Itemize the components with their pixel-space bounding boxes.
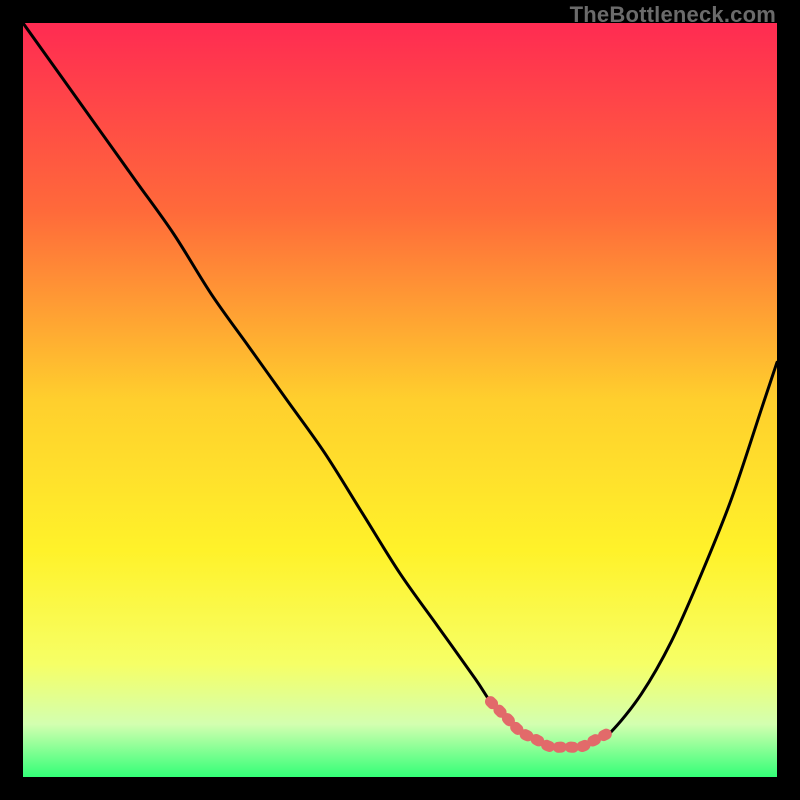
chart-frame: { "watermark": "TheBottleneck.com", "col… [0,0,800,800]
curve-layer [23,23,777,777]
plot-area [23,23,777,777]
bottleneck-curve [23,23,777,747]
highlight-segment [490,702,611,748]
watermark-text: TheBottleneck.com [570,2,776,28]
